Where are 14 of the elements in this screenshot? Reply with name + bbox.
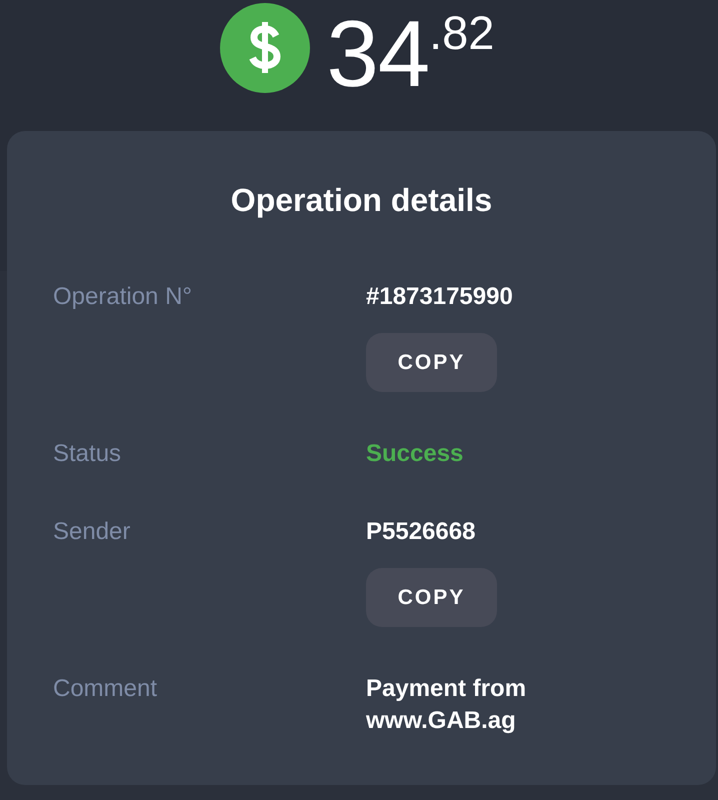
field-value: Payment from www.GAB.ag (366, 674, 528, 736)
field-label: Operation N° (53, 282, 192, 312)
copy-button[interactable]: COPY (366, 333, 497, 392)
amount-cents: .82 (429, 9, 494, 56)
copy-button[interactable]: COPY (366, 568, 497, 627)
field-value: P5526668 (366, 517, 476, 547)
amount-value: 34 (326, 7, 430, 101)
field-value: #1873175990 (366, 282, 513, 312)
field-label: Sender (53, 517, 130, 547)
field-label: Comment (53, 674, 158, 704)
card-title: Operation details (230, 181, 494, 220)
dollar-icon (220, 3, 310, 93)
status-value: Success (366, 439, 464, 469)
field-label: Status (53, 439, 122, 469)
